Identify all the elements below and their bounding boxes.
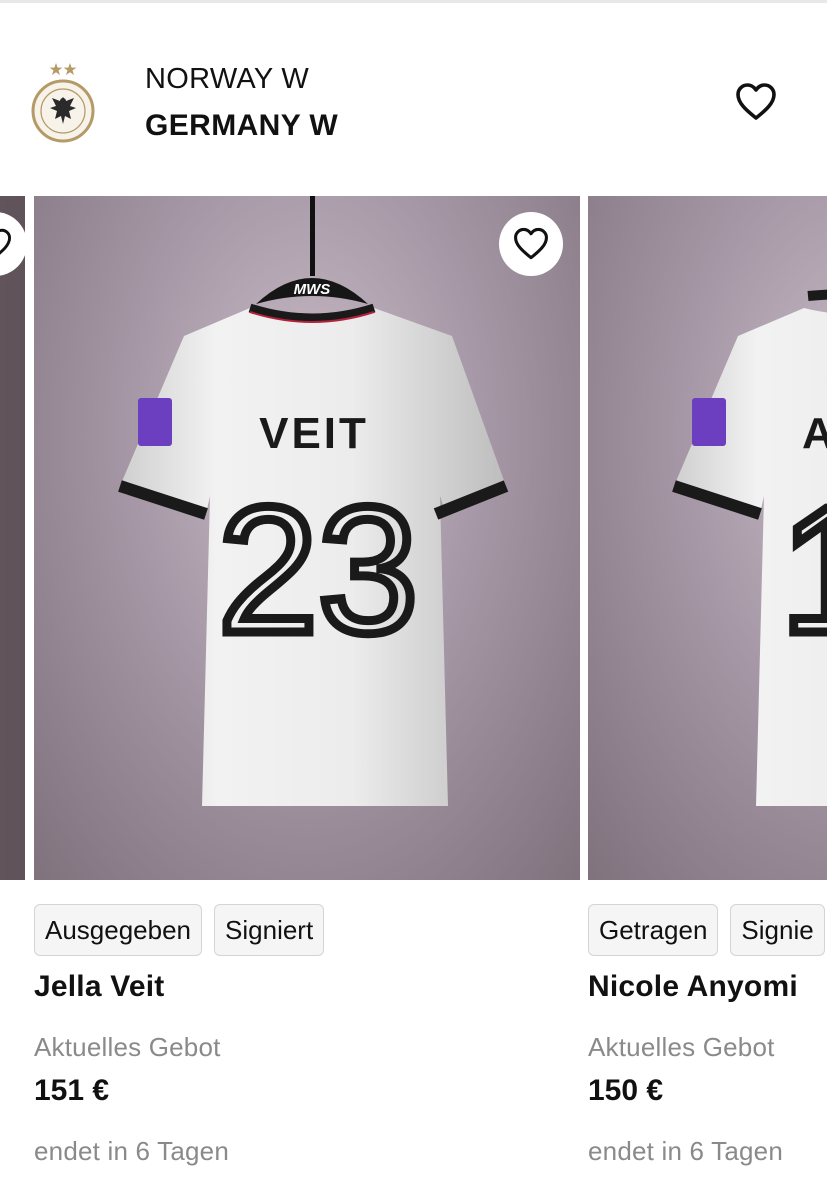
auction-card[interactable]: MWS VEIT 23 Ausgegeben Signiert Jella Vei…	[34, 196, 580, 1190]
home-team-name: NORWAY W	[145, 63, 310, 95]
heart-outline-icon	[0, 228, 12, 255]
away-team-name: GERMANY W	[145, 109, 339, 142]
sleeve-badge	[692, 398, 726, 446]
jersey-image: A 1	[588, 196, 827, 880]
hanger-cord	[310, 196, 315, 276]
jersey-name: A	[802, 409, 827, 458]
sleeve-badge	[138, 398, 172, 446]
jersey-name: VEIT	[259, 409, 369, 458]
jersey-carousel[interactable]: MWS VEIT 23 Ausgegeben Signiert Jella Vei…	[0, 196, 827, 1190]
favorite-button[interactable]	[499, 212, 563, 276]
jersey-image: MWS VEIT 23	[34, 196, 580, 880]
tag-worn[interactable]: Getragen	[588, 904, 719, 956]
jersey-number: 1	[780, 470, 827, 671]
tag-list: Getragen Signie	[588, 904, 827, 956]
player-name[interactable]: Jella Veit	[34, 970, 164, 1004]
heart-outline-icon	[514, 227, 548, 260]
current-bid-value: 150 €	[588, 1074, 664, 1107]
auction-card-previous[interactable]	[0, 196, 27, 1190]
current-bid-value: 151 €	[34, 1074, 110, 1107]
player-name[interactable]: Nicole Anyomi	[588, 970, 798, 1004]
jersey-sponsor: MWS	[294, 281, 331, 298]
jersey-illustration: A 1	[672, 289, 827, 806]
jersey-illustration: MWS VEIT 23	[118, 196, 509, 806]
jersey-number: 23	[218, 470, 418, 671]
current-bid-label: Aktuelles Gebot	[588, 1032, 775, 1062]
match-header: NORWAY W GERMANY W	[0, 3, 827, 193]
heart-outline-icon[interactable]	[734, 81, 778, 123]
tag-list: Ausgegeben Signiert	[34, 904, 336, 956]
tag-issued[interactable]: Ausgegeben	[34, 904, 203, 956]
auction-card-next[interactable]: A 1 GetragenSignie Nicole Anyomi Aktuell…	[588, 196, 827, 1190]
current-bid-label: Aktuelles Gebot	[34, 1032, 221, 1062]
dfb-crest-icon	[31, 63, 95, 143]
tag-signed[interactable]: Signie	[730, 904, 825, 956]
jersey-image	[0, 196, 25, 880]
auction-end-time: endet in 6 Tagen	[588, 1136, 784, 1166]
auction-end-time: endet in 6 Tagen	[34, 1136, 230, 1166]
tag-signed[interactable]: Signiert	[214, 904, 325, 956]
